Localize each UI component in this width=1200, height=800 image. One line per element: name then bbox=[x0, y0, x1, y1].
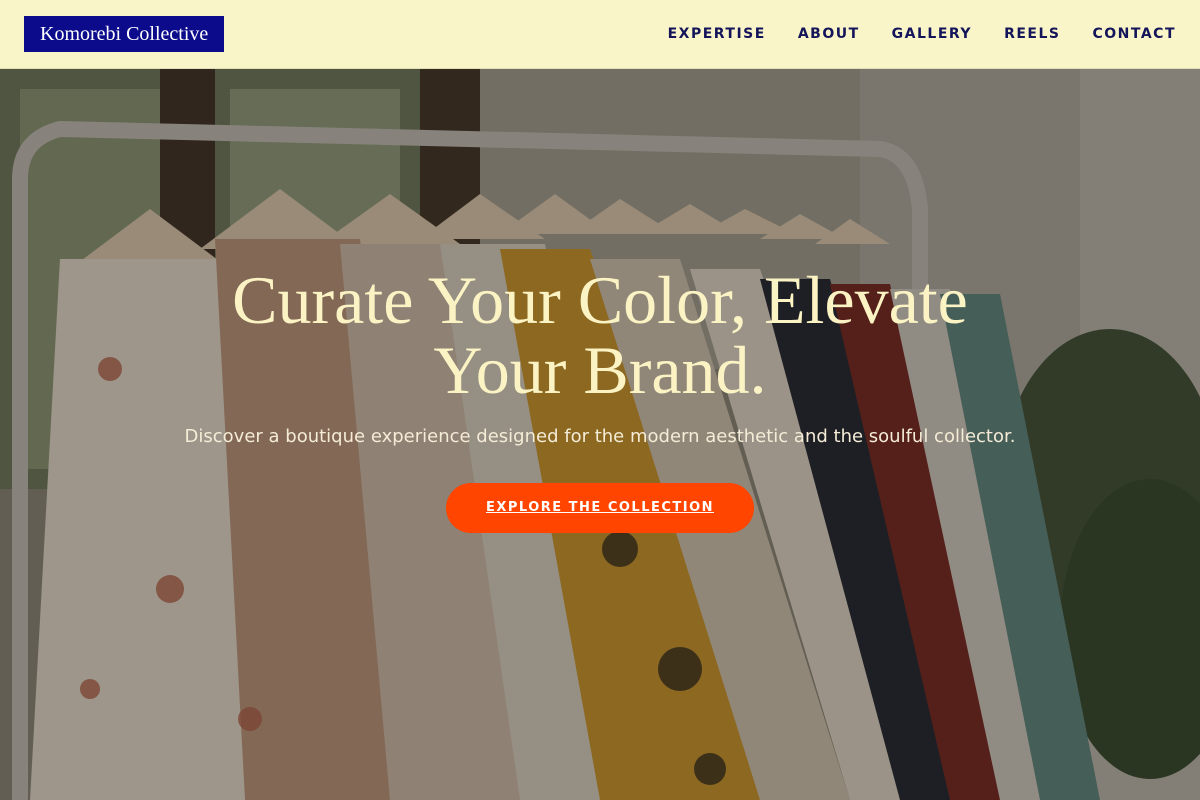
nav-link-reels[interactable]: REELS bbox=[1004, 26, 1060, 42]
nav-link-gallery[interactable]: GALLERY bbox=[892, 26, 972, 42]
hero-section: Curate Your Color, Elevate Your Brand. D… bbox=[0, 69, 1200, 800]
nav-link-contact[interactable]: CONTACT bbox=[1092, 26, 1176, 42]
nav-link-about[interactable]: ABOUT bbox=[798, 26, 860, 42]
hero-subtitle: Discover a boutique experience designed … bbox=[184, 426, 1016, 447]
explore-collection-button[interactable]: EXPLORE THE COLLECTION bbox=[445, 483, 755, 533]
site-header: Komorebi Collective EXPERTISE ABOUT GALL… bbox=[0, 0, 1200, 69]
hero-content: Curate Your Color, Elevate Your Brand. D… bbox=[0, 265, 1200, 533]
nav-link-expertise[interactable]: EXPERTISE bbox=[668, 26, 766, 42]
hero-title: Curate Your Color, Elevate Your Brand. bbox=[232, 262, 968, 408]
main-nav: EXPERTISE ABOUT GALLERY REELS CONTACT bbox=[668, 26, 1176, 42]
brand-logo[interactable]: Komorebi Collective bbox=[24, 16, 225, 52]
